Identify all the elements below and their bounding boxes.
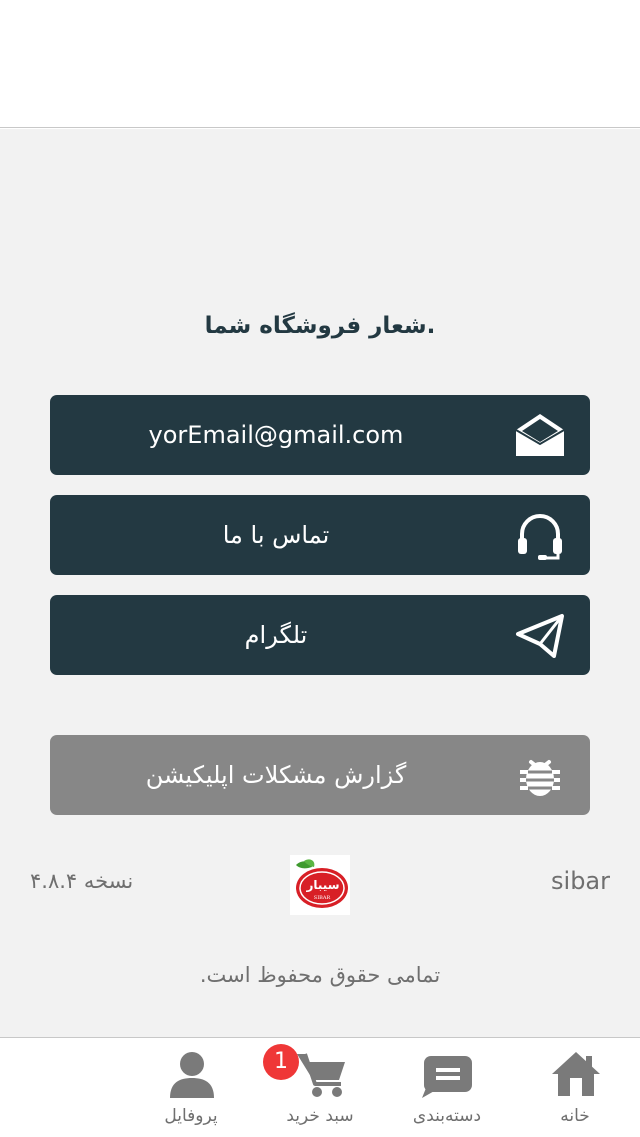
email-label: yorEmail@gmail.com <box>148 421 404 449</box>
app-version: نسخه ۴.۸.۴ <box>30 869 134 893</box>
nav-categories-label: دسته‌بندی <box>412 1106 482 1126</box>
logo-subtext: SIBAR <box>314 895 331 901</box>
nav-home-label: خانه <box>560 1106 590 1126</box>
contact-us-label: تماس با ما <box>222 521 330 549</box>
category-icon <box>422 1048 474 1100</box>
bottom-navigation: خانه دسته‌بندی 1 سبد خرید <box>0 1037 640 1136</box>
nav-cart[interactable]: 1 سبد خرید <box>263 1038 375 1137</box>
store-logo: سیبار SIBAR <box>290 855 350 915</box>
top-header <box>0 0 640 128</box>
telegram-button[interactable]: تلگرام <box>50 595 590 675</box>
about-page: شعار فروشگاه شما. yorEmail@gmail.com تما… <box>0 129 640 1037</box>
headset-icon <box>514 510 566 562</box>
email-button[interactable]: yorEmail@gmail.com <box>50 395 590 475</box>
paper-plane-icon <box>514 610 566 662</box>
brand-name: sibar <box>551 867 610 895</box>
copyright-text: تمامی حقوق محفوظ است. <box>199 963 441 987</box>
bug-icon <box>514 750 566 802</box>
home-icon <box>550 1048 602 1100</box>
report-issue-button[interactable]: گزارش مشکلات اپلیکیشن <box>50 735 590 815</box>
cart-icon <box>295 1048 347 1100</box>
report-issue-label: گزارش مشکلات اپلیکیشن <box>145 761 407 789</box>
logo-text: سیبار <box>305 878 339 892</box>
cart-count-badge: 1 <box>263 1044 299 1080</box>
nav-profile-label: پروفایل <box>164 1106 218 1126</box>
nav-home[interactable]: خانه <box>520 1038 630 1137</box>
telegram-label: تلگرام <box>244 621 308 649</box>
nav-cart-label: سبد خرید <box>286 1106 354 1126</box>
nav-profile[interactable]: پروفایل <box>136 1038 246 1137</box>
user-icon <box>166 1048 218 1100</box>
envelope-open-icon <box>514 410 566 462</box>
contact-us-button[interactable]: تماس با ما <box>50 495 590 575</box>
store-slogan: شعار فروشگاه شما. <box>204 313 436 339</box>
nav-categories[interactable]: دسته‌بندی <box>392 1038 502 1137</box>
